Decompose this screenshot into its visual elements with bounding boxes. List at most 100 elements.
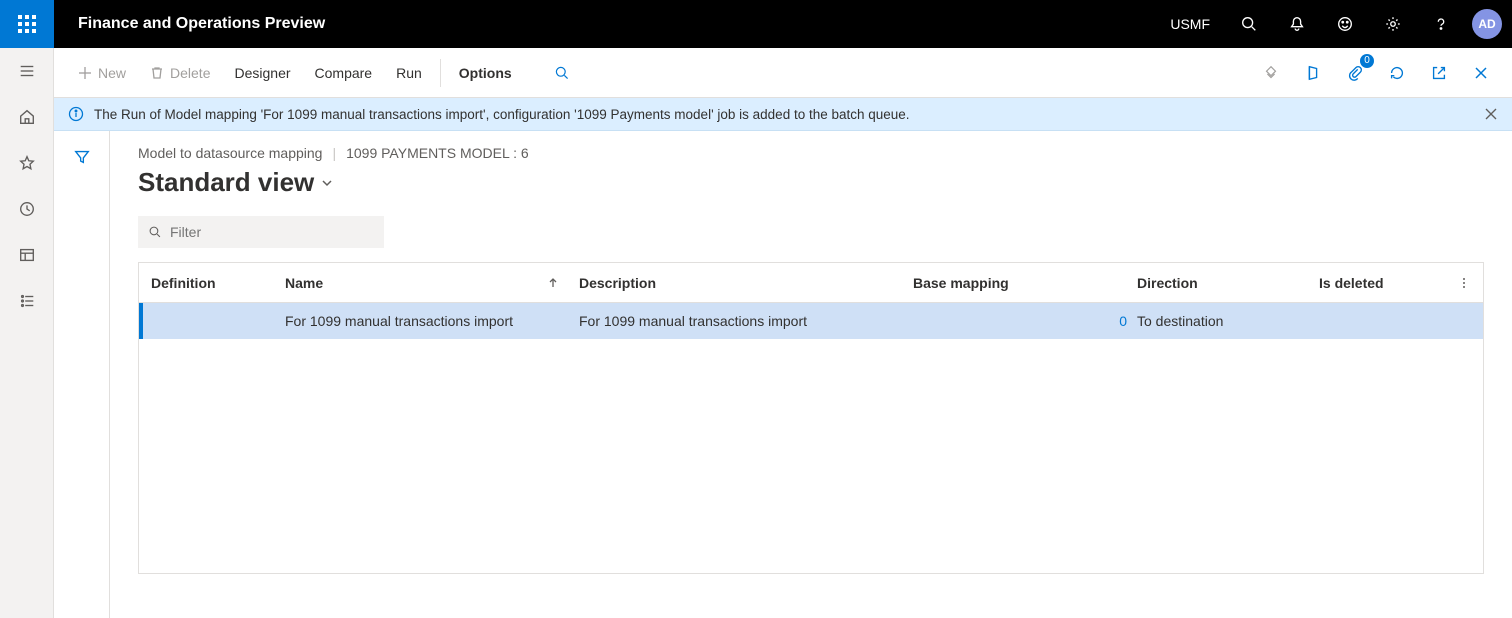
chevron-down-icon: [320, 176, 334, 190]
nav-hamburger-button[interactable]: [0, 48, 54, 94]
modules-icon: [18, 292, 36, 310]
funnel-icon: [73, 148, 91, 166]
col-base-mapping-num-header: [1111, 263, 1127, 302]
delete-button[interactable]: Delete: [140, 59, 220, 87]
close-icon: [1484, 107, 1498, 121]
main-area: New Delete Designer Compare Run Options: [54, 48, 1512, 618]
nav-favorites-button[interactable]: [0, 140, 54, 186]
col-name[interactable]: Name: [275, 263, 569, 302]
feedback-button[interactable]: [1322, 0, 1368, 48]
search-button[interactable]: [1226, 0, 1272, 48]
action-separator: [440, 59, 441, 87]
popout-icon: [1430, 64, 1448, 82]
options-button[interactable]: Options: [449, 59, 522, 87]
trash-icon: [150, 66, 164, 80]
diamond-stack-icon: [1262, 64, 1280, 82]
hamburger-icon: [18, 62, 36, 80]
col-is-deleted-label: Is deleted: [1319, 275, 1384, 291]
filter-pane-button[interactable]: [68, 143, 96, 171]
col-name-label: Name: [285, 275, 323, 291]
options-label: Options: [459, 65, 512, 81]
page-content: Model to datasource mapping | 1099 PAYME…: [110, 131, 1512, 618]
open-office-button[interactable]: [1296, 56, 1330, 90]
popout-button[interactable]: [1422, 56, 1456, 90]
col-definition-label: Definition: [151, 275, 216, 291]
cell-base-mapping-num[interactable]: 0: [1111, 303, 1127, 339]
top-header: Finance and Operations Preview USMF AD: [0, 0, 1512, 48]
search-icon: [1240, 15, 1258, 33]
designer-button[interactable]: Designer: [224, 59, 300, 87]
col-is-deleted[interactable]: Is deleted: [1309, 263, 1429, 302]
col-description[interactable]: Description: [569, 263, 903, 302]
sort-asc-icon: [547, 277, 559, 289]
run-label: Run: [396, 65, 422, 81]
cell-definition: [139, 303, 275, 339]
star-icon: [18, 154, 36, 172]
breadcrumb-part2: 1099 PAYMENTS MODEL : 6: [346, 145, 529, 161]
left-nav-rail: [0, 48, 54, 618]
settings-button[interactable]: [1370, 0, 1416, 48]
action-pane-right: 0: [1254, 56, 1498, 90]
cell-base-mapping: [903, 303, 1111, 339]
grid-body: For 1099 manual transactions import For …: [139, 303, 1483, 573]
info-bar: The Run of Model mapping 'For 1099 manua…: [54, 98, 1512, 131]
breadcrumb: Model to datasource mapping | 1099 PAYME…: [138, 145, 1484, 161]
table-row[interactable]: For 1099 manual transactions import For …: [139, 303, 1483, 339]
data-grid: Definition Name Description Base mapping…: [138, 262, 1484, 574]
more-vertical-icon: [1457, 276, 1471, 290]
search-icon: [554, 65, 570, 81]
nav-recent-button[interactable]: [0, 186, 54, 232]
office-icon: [1304, 64, 1322, 82]
view-selector[interactable]: Standard view: [138, 167, 1484, 198]
new-button[interactable]: New: [68, 59, 136, 87]
grid-more-button[interactable]: [1451, 263, 1477, 303]
notifications-button[interactable]: [1274, 0, 1320, 48]
view-title-text: Standard view: [138, 167, 314, 198]
app-launcher-button[interactable]: [0, 0, 54, 48]
user-avatar[interactable]: AD: [1472, 9, 1502, 39]
refresh-button[interactable]: [1380, 56, 1414, 90]
col-direction-label: Direction: [1137, 275, 1198, 291]
help-icon: [1432, 15, 1450, 33]
close-form-button[interactable]: [1464, 56, 1498, 90]
col-base-mapping[interactable]: Base mapping: [903, 263, 1111, 302]
content-row: Model to datasource mapping | 1099 PAYME…: [54, 131, 1512, 618]
cell-description: For 1099 manual transactions import: [569, 303, 903, 339]
smiley-icon: [1336, 15, 1354, 33]
col-direction[interactable]: Direction: [1127, 263, 1309, 302]
gear-icon: [1384, 15, 1402, 33]
nav-modules-button[interactable]: [0, 278, 54, 324]
waffle-icon: [18, 15, 36, 33]
action-pane: New Delete Designer Compare Run Options: [54, 48, 1512, 98]
compare-button[interactable]: Compare: [305, 59, 383, 87]
compare-label: Compare: [315, 65, 373, 81]
plus-icon: [78, 66, 92, 80]
attachment-icon: [1346, 64, 1364, 82]
quick-filter[interactable]: [138, 216, 384, 248]
attachments-badge: 0: [1360, 54, 1374, 68]
help-button[interactable]: [1418, 0, 1464, 48]
quick-filter-input[interactable]: [170, 224, 374, 240]
info-close-button[interactable]: [1484, 107, 1498, 121]
cell-name: For 1099 manual transactions import: [275, 303, 569, 339]
grid-header: Definition Name Description Base mapping…: [139, 263, 1483, 303]
col-definition[interactable]: Definition: [139, 263, 275, 302]
info-icon: [68, 106, 84, 122]
refresh-icon: [1388, 64, 1406, 82]
attachments-button[interactable]: 0: [1338, 56, 1372, 90]
breadcrumb-part1: Model to datasource mapping: [138, 145, 322, 161]
nav-home-button[interactable]: [0, 94, 54, 140]
delete-label: Delete: [170, 65, 210, 81]
related-info-button[interactable]: [1254, 56, 1288, 90]
legal-entity[interactable]: USMF: [1156, 16, 1224, 32]
info-message: The Run of Model mapping 'For 1099 manua…: [94, 107, 910, 122]
new-label: New: [98, 65, 126, 81]
col-description-label: Description: [579, 275, 656, 291]
cell-direction: To destination: [1127, 303, 1309, 339]
designer-label: Designer: [234, 65, 290, 81]
run-button[interactable]: Run: [386, 59, 432, 87]
app-title: Finance and Operations Preview: [78, 15, 325, 33]
breadcrumb-separator: |: [332, 145, 336, 161]
action-search-button[interactable]: [544, 59, 580, 87]
nav-workspaces-button[interactable]: [0, 232, 54, 278]
